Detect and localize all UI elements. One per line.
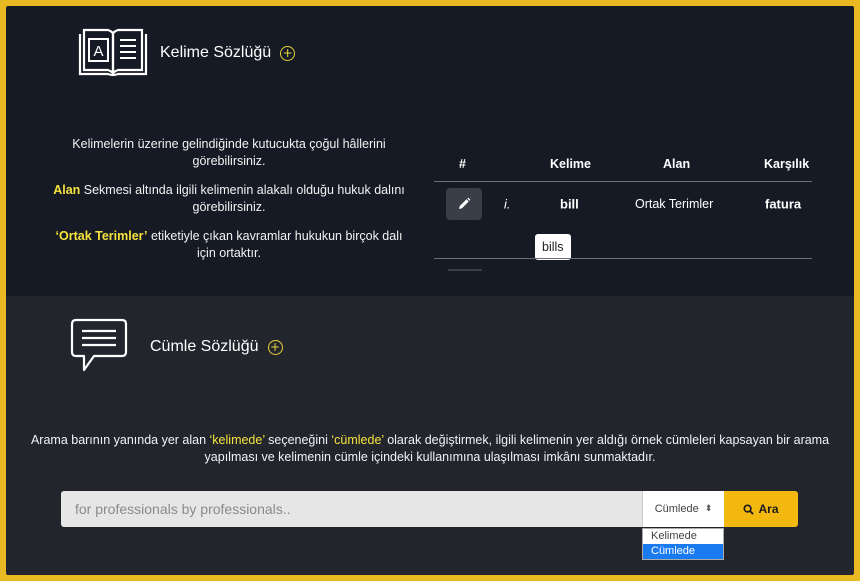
search-mode-dropdown: Kelimede Cümlede xyxy=(642,528,724,560)
table-row: i. bill Ortak Terimler fatura xyxy=(434,182,812,226)
search-icon xyxy=(743,503,755,515)
search-button-label: Ara xyxy=(758,502,779,516)
info-field-highlight: Alan xyxy=(53,183,81,197)
row-word[interactable]: bill xyxy=(560,197,579,212)
table-header-row: # Kelime Alan Karşılık xyxy=(434,146,812,182)
expand-plus-icon[interactable]: + xyxy=(280,45,296,61)
info-hover-text: Kelimelerin üzerine gelindiğinde kutucuk… xyxy=(72,137,386,168)
info-field-rest: Sekmesi altında ilgili kelimenin alakalı… xyxy=(80,183,405,214)
next-row-edge xyxy=(448,269,482,271)
row-number: i. xyxy=(504,196,511,212)
search-button[interactable]: Ara xyxy=(724,491,798,527)
pencil-icon xyxy=(459,197,471,209)
col-header-field: Alan xyxy=(663,156,691,171)
search-input[interactable] xyxy=(61,491,642,527)
book-letter: A xyxy=(93,43,103,60)
edit-button[interactable] xyxy=(446,188,482,220)
sentence-section-desc: Arama barının yanında yer alan ‘kelimede… xyxy=(26,432,834,466)
col-header-word: Kelime xyxy=(550,156,591,171)
word-dictionary-section: A Kelime Sözlüğü + Kelimelerin üzerine g… xyxy=(6,6,854,296)
word-section-title: Kelime Sözlüğü xyxy=(160,44,272,61)
desc-part-a: Arama barının yanında yer alan xyxy=(30,433,210,447)
search-mode-value: Cümlede xyxy=(654,503,699,515)
open-book-icon: A xyxy=(78,28,148,77)
sentence-section-header: Cümle Sözlüğü + xyxy=(68,316,283,378)
desc-cumlede-highlight: ‘cümlede’ xyxy=(331,433,384,447)
mode-option-kelimede[interactable]: Kelimede xyxy=(643,529,723,544)
search-mode-select[interactable]: Cümlede ⬍ xyxy=(642,491,724,527)
row-meaning: fatura xyxy=(765,196,802,212)
col-header-num: # xyxy=(459,156,466,171)
col-header-meaning: Karşılık xyxy=(764,156,810,171)
expand-plus-icon[interactable]: + xyxy=(267,339,283,355)
sentence-section-title: Cümle Sözlüğü xyxy=(150,338,259,355)
word-table: # Kelime Alan Karşılık i. bill Ortak Ter… xyxy=(434,146,812,271)
info-field-text: Alan Sekmesi altında ilgili kelimenin al… xyxy=(46,182,412,216)
updown-arrows-icon: ⬍ xyxy=(704,504,713,514)
row-field: Ortak Terimler xyxy=(635,197,714,211)
info-common-rest: etiketiyle çıkan kavramlar hukukun birço… xyxy=(147,229,403,260)
desc-kelimede-highlight: ‘kelimede’ xyxy=(209,433,265,447)
app-frame: A Kelime Sözlüğü + Kelimelerin üzerine g… xyxy=(6,6,854,575)
plural-tooltip: bills xyxy=(535,234,571,260)
sentence-dictionary-section: Cümle Sözlüğü + Arama barının yanında ye… xyxy=(6,296,854,575)
info-common-highlight: ‘Ortak Terimler’ xyxy=(55,229,148,243)
speech-bubble-icon xyxy=(70,318,128,372)
search-bar: Cümlede ⬍ Ara xyxy=(61,491,798,527)
table-divider xyxy=(434,258,812,259)
word-section-header: A Kelime Sözlüğü + xyxy=(76,26,296,80)
desc-part-c: seçeneğini xyxy=(264,433,332,447)
info-common-text: ‘Ortak Terimler’ etiketiyle çıkan kavram… xyxy=(46,228,412,262)
word-section-info: Kelimelerin üzerine gelindiğinde kutucuk… xyxy=(46,136,412,274)
mode-option-cumlede[interactable]: Cümlede xyxy=(643,544,723,559)
